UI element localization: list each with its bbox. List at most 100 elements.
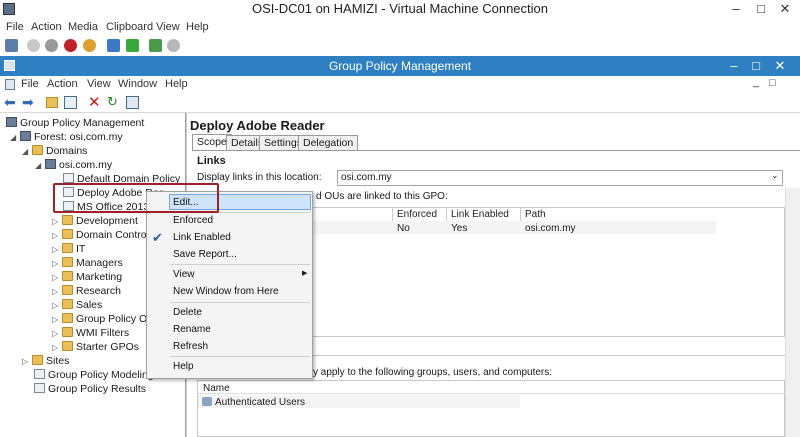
expand-icon[interactable]: ▷ — [52, 313, 60, 326]
ou-icon — [62, 285, 73, 295]
expand-icon[interactable]: ▷ — [52, 341, 60, 354]
gpm-icon — [6, 117, 17, 127]
display-links-label: Display links in this location: — [197, 172, 322, 183]
menu-item-enforced[interactable]: Enforced — [173, 215, 213, 226]
pause-icon[interactable] — [107, 39, 120, 52]
expand-icon[interactable]: ▷ — [52, 257, 60, 270]
col-link-enabled[interactable]: Link Enabled — [451, 209, 509, 220]
up-folder-icon[interactable] — [46, 97, 58, 108]
save-state-icon[interactable] — [83, 39, 96, 52]
expand-icon[interactable]: ▷ — [52, 299, 60, 312]
menu-item-rename[interactable]: Rename — [173, 324, 211, 335]
gpm-close-button[interactable]: ✕ — [772, 58, 788, 74]
menu-item-delete[interactable]: Delete — [173, 307, 202, 318]
help-icon[interactable] — [126, 96, 139, 109]
tree-root-label: Group Policy Management — [20, 117, 145, 129]
row-path: osi.com.my — [525, 223, 576, 234]
ou-icon — [62, 243, 73, 253]
col-enforced[interactable]: Enforced — [397, 209, 437, 220]
ou-label: Development — [76, 215, 138, 227]
menu-item-refresh[interactable]: Refresh — [173, 341, 208, 352]
menu-item-view[interactable]: View — [173, 269, 195, 280]
play-icon[interactable] — [126, 39, 139, 52]
tree-ou-research[interactable]: ▷ Research — [52, 285, 121, 298]
expand-icon[interactable]: ▷ — [52, 327, 60, 340]
expand-icon[interactable]: ▷ — [52, 229, 60, 242]
tab-delegation[interactable]: Delegation — [298, 135, 359, 150]
tree-domain[interactable]: ◢ osi.com.my — [35, 159, 112, 172]
vm-close-button[interactable]: ✕ — [777, 1, 793, 17]
gpm-menu-help[interactable]: Help — [165, 78, 188, 90]
menu-item-link-enabled[interactable]: Link Enabled — [173, 232, 231, 243]
vertical-scrollbar[interactable] — [785, 188, 800, 437]
forward-arrow-icon[interactable]: ➡ — [22, 94, 34, 111]
collapse-icon[interactable]: ◢ — [10, 131, 18, 144]
expand-icon[interactable]: ▷ — [22, 355, 30, 368]
checkpoint-icon[interactable] — [149, 39, 162, 52]
delete-icon[interactable]: ✕ — [88, 93, 101, 111]
vm-menu-action[interactable]: Action — [31, 21, 62, 33]
tree-ou-it[interactable]: ▷ IT — [52, 243, 85, 256]
refresh-icon[interactable]: ↻ — [107, 94, 118, 110]
inner-restore-button[interactable]: □ — [769, 77, 776, 89]
gpm-maximize-button[interactable]: □ — [748, 58, 764, 73]
col-path[interactable]: Path — [525, 209, 546, 220]
links-heading: Links — [197, 155, 226, 167]
tree-ou-development[interactable]: ▷ Development — [52, 215, 138, 228]
mmc-doc-icon — [5, 79, 15, 90]
show-hide-tree-icon[interactable] — [64, 96, 77, 109]
tree-ou-domain-controllers[interactable]: ▷ Domain Control — [52, 229, 149, 242]
gpm-minimize-button[interactable]: – — [726, 58, 742, 73]
vm-window-title: OSI-DC01 on HAMIZI - Virtual Machine Con… — [252, 1, 548, 16]
tree-sites[interactable]: ▷ Sites — [22, 355, 69, 368]
vm-menu-clipboard[interactable]: Clipboard — [106, 21, 153, 33]
gpm-menu-window[interactable]: Window — [118, 78, 157, 90]
tree-modeling[interactable]: Group Policy Modeling — [34, 369, 154, 382]
tree-ou-marketing[interactable]: ▷ Marketing — [52, 271, 122, 284]
expand-icon[interactable]: ▷ — [52, 271, 60, 284]
tree-starter-gpos[interactable]: ▷ Starter GPOs — [52, 341, 139, 354]
tree-domains[interactable]: ◢ Domains — [22, 145, 87, 158]
revert-icon[interactable] — [167, 39, 180, 52]
turn-off-icon[interactable] — [45, 39, 58, 52]
vm-menu-help[interactable]: Help — [186, 21, 209, 33]
col-name[interactable]: Name — [203, 383, 230, 394]
vm-menu-file[interactable]: File — [6, 21, 24, 33]
back-arrow-icon[interactable]: ⬅ — [4, 94, 16, 111]
expand-icon[interactable]: ▷ — [52, 285, 60, 298]
tree-ou-sales[interactable]: ▷ Sales — [52, 299, 102, 312]
gpm-menu-file[interactable]: File — [21, 78, 39, 90]
menu-item-help[interactable]: Help — [173, 361, 194, 372]
tree-wmi-filters[interactable]: ▷ WMI Filters — [52, 327, 129, 340]
shutdown-icon[interactable] — [64, 39, 77, 52]
collapse-icon[interactable]: ◢ — [22, 145, 30, 158]
tree-results[interactable]: Group Policy Results — [34, 383, 146, 396]
menu-item-new-window[interactable]: New Window from Here — [173, 286, 279, 297]
security-filtering-text: y apply to the following groups, users, … — [313, 367, 553, 378]
ou-label: Group Policy Ob — [76, 313, 154, 325]
gpm-menu-action[interactable]: Action — [47, 78, 78, 90]
tree-ou-managers[interactable]: ▷ Managers — [52, 257, 123, 270]
expand-icon[interactable]: ▷ — [52, 243, 60, 256]
context-menu — [146, 191, 313, 379]
filter-value: Authenticated Users — [215, 397, 306, 408]
tree-gpo-container[interactable]: ▷ Group Policy Ob — [52, 313, 153, 326]
expand-icon[interactable]: ▷ — [52, 215, 60, 228]
users-icon — [202, 397, 212, 406]
start-icon[interactable] — [27, 39, 40, 52]
menu-item-save-report[interactable]: Save Report... — [173, 249, 237, 260]
gpm-menu-view[interactable]: View — [87, 78, 111, 90]
vm-maximize-button[interactable]: □ — [753, 1, 769, 16]
row-link-enabled: Yes — [451, 223, 468, 234]
vm-minimize-button[interactable]: – — [728, 1, 744, 16]
chevron-down-icon[interactable]: ⌄ — [771, 170, 779, 181]
tree-forest[interactable]: ◢ Forest: osi.com.my — [10, 131, 123, 144]
collapse-icon[interactable]: ◢ — [35, 159, 43, 172]
ctrl-alt-del-icon[interactable] — [5, 39, 18, 52]
vm-menu-view[interactable]: View — [156, 21, 180, 33]
tree-root[interactable]: Group Policy Management — [6, 117, 144, 130]
inner-minimize-button[interactable]: _ — [753, 76, 759, 88]
location-dropdown[interactable]: osi.com.my — [337, 170, 783, 186]
vm-menu-media[interactable]: Media — [68, 21, 98, 33]
ou-icon — [62, 271, 73, 281]
